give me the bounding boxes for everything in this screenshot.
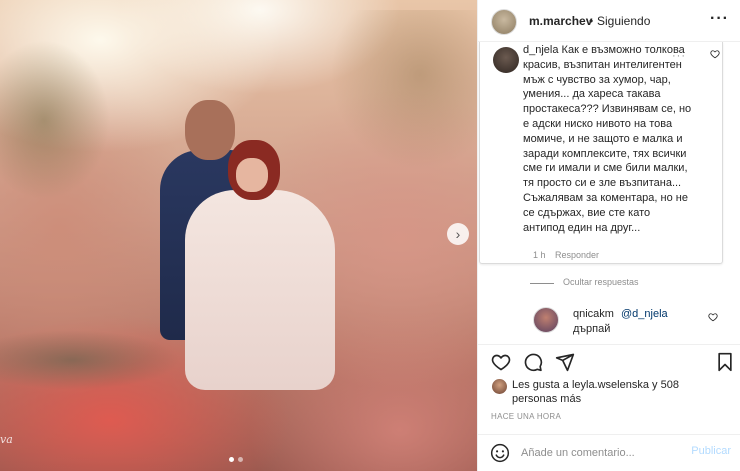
carousel-dots bbox=[229, 457, 243, 462]
commenter-avatar[interactable] bbox=[493, 47, 519, 73]
carousel-dot-active bbox=[229, 457, 234, 462]
photo-trees-right bbox=[330, 10, 477, 170]
publish-button[interactable]: Publicar bbox=[691, 445, 731, 457]
comment-body: d_njela Как е възможно толкова красив, в… bbox=[523, 43, 693, 235]
post-header: m.marchev • Siguiendo ··· bbox=[478, 0, 740, 42]
author-avatar[interactable] bbox=[491, 9, 517, 35]
share-button[interactable] bbox=[554, 351, 576, 373]
heart-icon bbox=[491, 354, 511, 371]
comment-text: Как е възможно толкова красив, възпитан … bbox=[523, 44, 692, 234]
follow-status-button[interactable]: Siguiendo bbox=[597, 14, 650, 28]
replies-divider bbox=[530, 283, 554, 284]
photo-bride-face bbox=[236, 158, 268, 192]
comment-username[interactable]: d_njela bbox=[523, 44, 558, 56]
likes-summary[interactable]: Les gusta a leyla.wselenska y 508 person… bbox=[512, 378, 712, 406]
comment-item: d_njela Как е възможно толкова красив, в… bbox=[479, 42, 723, 264]
reply-username[interactable]: qnicakm bbox=[573, 308, 614, 320]
heart-icon[interactable] bbox=[708, 312, 718, 325]
photo-watermark: va bbox=[0, 433, 13, 446]
add-comment-bar: Publicar bbox=[478, 434, 740, 471]
liker-avatar[interactable] bbox=[492, 379, 507, 394]
reply-mention-link[interactable]: @d_njela bbox=[621, 308, 668, 320]
reply-text: дърпай bbox=[573, 323, 611, 335]
post-actions: Les gusta a leyla.wselenska y 508 person… bbox=[478, 344, 740, 434]
carousel-next-button[interactable]: › bbox=[447, 223, 469, 245]
photo-groom-head bbox=[185, 100, 235, 160]
likes-user[interactable]: leyla.wselenska bbox=[572, 379, 649, 391]
reply-avatar[interactable] bbox=[533, 307, 559, 333]
header-separator: • bbox=[589, 14, 594, 28]
smiley-icon[interactable] bbox=[490, 443, 510, 463]
chevron-right-icon: › bbox=[455, 226, 461, 242]
comments-list[interactable]: d_njela Как е възможно толкова красив, в… bbox=[478, 42, 740, 344]
ellipsis-icon[interactable]: ··· bbox=[672, 50, 686, 62]
instagram-post-view: va › m.marchev • Siguiendo ··· d_njela К… bbox=[0, 0, 740, 471]
photo-ground bbox=[0, 330, 180, 390]
post-timestamp[interactable]: HACE UNA HORA bbox=[491, 412, 561, 421]
photo-bride-dress bbox=[185, 190, 335, 390]
photo-trees bbox=[0, 40, 110, 200]
author-username[interactable]: m.marchev bbox=[529, 14, 592, 28]
reply-button[interactable]: Responder bbox=[555, 250, 599, 260]
comment-button[interactable] bbox=[522, 351, 544, 373]
share-icon bbox=[555, 353, 575, 372]
carousel-dot bbox=[238, 457, 243, 462]
comment-time[interactable]: 1 h bbox=[533, 250, 546, 260]
bookmark-icon bbox=[718, 352, 732, 372]
save-button[interactable] bbox=[714, 351, 736, 373]
comment-icon bbox=[524, 353, 543, 372]
more-horizontal-icon[interactable]: ··· bbox=[710, 10, 729, 28]
post-side-panel: m.marchev • Siguiendo ··· d_njela Как е … bbox=[477, 0, 740, 471]
likes-prefix: Les gusta a bbox=[512, 379, 569, 391]
hide-replies-button[interactable]: Ocultar respuestas bbox=[563, 277, 639, 287]
post-photo[interactable]: va › bbox=[0, 0, 477, 471]
comment-input[interactable] bbox=[521, 445, 681, 461]
heart-icon[interactable] bbox=[710, 49, 720, 62]
like-button[interactable] bbox=[490, 351, 512, 373]
